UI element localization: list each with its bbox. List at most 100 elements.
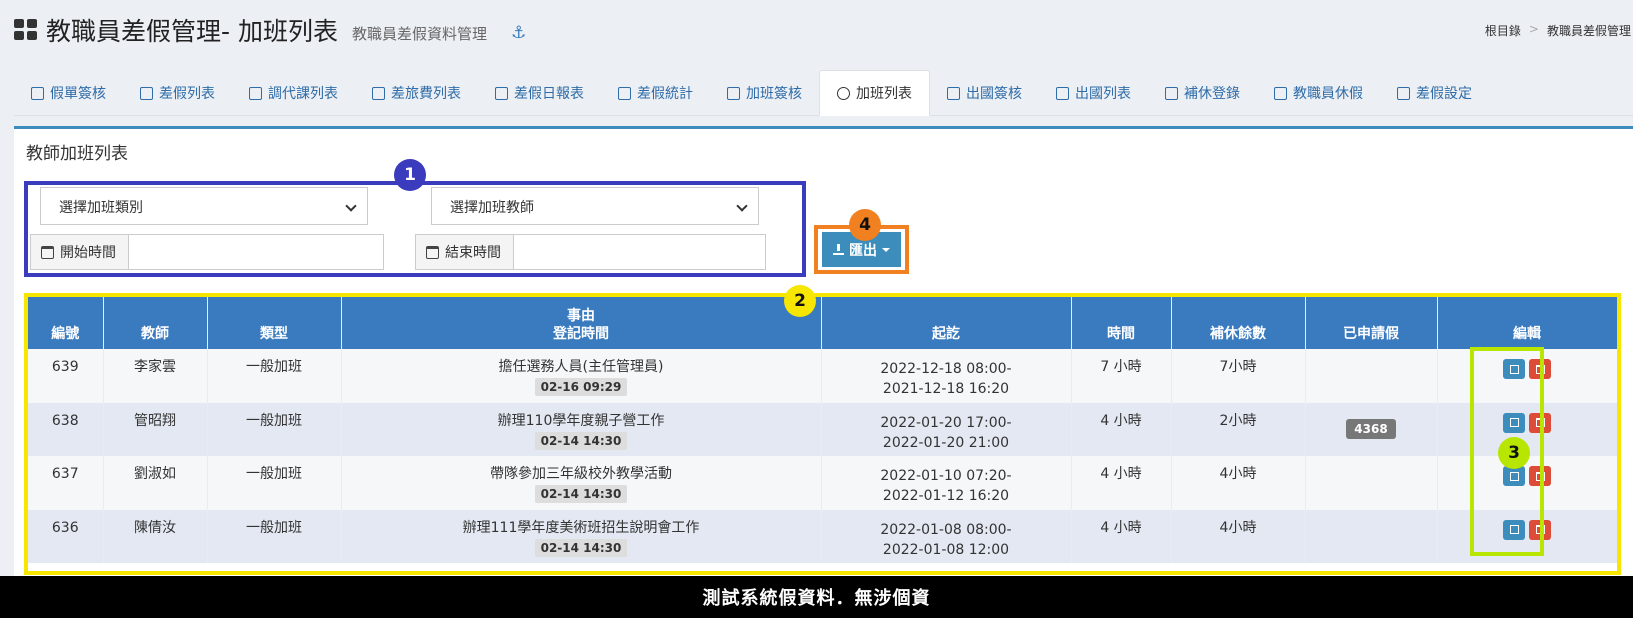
reg-time-chip: 02-14 14:30: [534, 538, 628, 557]
reg-time-chip: 02-16 09:29: [534, 378, 628, 396]
cell-remaining: 4小時: [1171, 509, 1306, 563]
col-hours[interactable]: 時間: [1071, 297, 1172, 349]
calendar-icon: [426, 245, 439, 259]
tab-comp-leave-register[interactable]: 補休登錄: [1148, 70, 1257, 116]
reg-time-chip: 02-14 14:30: [534, 485, 628, 503]
clock-icon: [837, 86, 850, 100]
end-time-group: 結束時間: [415, 234, 766, 270]
cell-reason: 擔任選務人員(主任管理員) 02-16 09:29: [341, 349, 822, 403]
panel-title: 教師加班列表: [26, 144, 128, 164]
overtime-type-select[interactable]: 選擇加班類別: [40, 187, 368, 225]
tab-leave-statistics[interactable]: 差假統計: [601, 70, 710, 116]
cell-reason: 帶隊參加三年級校外教學活動 02-14 14:30: [341, 456, 822, 510]
breadcrumb-separator: >: [1528, 22, 1539, 36]
breadcrumb: 根目錄 > 教職員差假管理: [1485, 22, 1631, 39]
page-header: 教職員差假管理- 加班列表 教職員差假資料管理 ⚓: [14, 12, 526, 48]
cell-type: 一般加班: [207, 349, 342, 403]
tab-leave-daily-report[interactable]: 差假日報表: [478, 70, 601, 116]
col-remaining[interactable]: 補休餘數: [1171, 297, 1306, 349]
cell-period: 2022-12-18 08:00- 2021-12-18 16:20: [821, 349, 1072, 403]
tab-bar: 假單簽核 差假列表 調代課列表 差旅費列表 差假日報表 差假統計 加班簽核 加班…: [14, 70, 1633, 116]
tab-leave-settings[interactable]: 差假設定: [1380, 70, 1489, 116]
tab-overtime-list[interactable]: 加班列表: [819, 70, 930, 116]
cell-applied: 4368: [1305, 402, 1438, 456]
list-icon: [140, 86, 153, 100]
cell-applied: [1305, 349, 1438, 403]
cell-teacher: 劉淑如: [103, 456, 208, 510]
breadcrumb-root[interactable]: 根目錄: [1485, 22, 1521, 39]
tab-substitute-list[interactable]: 調代課列表: [232, 70, 355, 116]
cell-type: 一般加班: [207, 456, 342, 510]
cell-reason: 辦理111學年度美術班招生說明會工作 02-14 14:30: [341, 509, 822, 563]
tab-abroad-list[interactable]: 出國列表: [1039, 70, 1148, 116]
tab-overtime-approval[interactable]: 加班簽核: [710, 70, 819, 116]
breadcrumb-current: 教職員差假管理: [1546, 24, 1631, 38]
cell-teacher: 李家雲: [103, 349, 208, 403]
calendar-icon: [41, 245, 54, 259]
cell-remaining: 7小時: [1171, 349, 1306, 403]
tab-staff-vacation[interactable]: 教職員休假: [1257, 70, 1380, 116]
page-title: 教職員差假管理- 加班列表: [46, 17, 338, 46]
cell-applied: [1305, 456, 1438, 510]
col-applied[interactable]: 已申請假: [1305, 297, 1438, 349]
tab-leave-list[interactable]: 差假列表: [123, 70, 232, 116]
col-teacher[interactable]: 教師: [103, 297, 208, 349]
table-row: 639 李家雲 一般加班 擔任選務人員(主任管理員) 02-16 09:29 20…: [28, 349, 1617, 403]
cell-no: 636: [28, 509, 104, 563]
cell-no: 639: [28, 349, 104, 403]
cell-hours: 7 小時: [1071, 349, 1172, 403]
table-row: 636 陳倩汝 一般加班 辦理111學年度美術班招生說明會工作 02-14 14:…: [28, 509, 1617, 563]
col-type[interactable]: 類型: [207, 297, 342, 349]
file-icon: [727, 86, 740, 100]
annotation-badge-1: 1: [394, 159, 426, 191]
col-no[interactable]: 編號: [28, 297, 104, 349]
cell-period: 2022-01-08 08:00- 2022-01-08 12:00: [821, 509, 1072, 563]
overtime-teacher-select[interactable]: 選擇加班教師: [431, 187, 759, 225]
tab-abroad-approval[interactable]: 出國簽核: [930, 70, 1039, 116]
cell-type: 一般加班: [207, 402, 342, 456]
table-row: 638 管昭翔 一般加班 辦理110學年度親子營工作 02-14 14:30 20…: [28, 402, 1617, 456]
reg-time-chip: 02-14 14:30: [534, 431, 628, 450]
grid-icon: [14, 19, 38, 41]
battery-icon: [1165, 86, 1178, 100]
cell-no: 638: [28, 402, 104, 456]
tab-leave-approval[interactable]: 假單簽核: [14, 70, 123, 116]
cell-reason: 辦理110學年度親子營工作 02-14 14:30: [341, 402, 822, 456]
cell-remaining: 4小時: [1171, 456, 1306, 510]
annotation-badge-3: 3: [1498, 437, 1530, 469]
applied-leave-badge[interactable]: 4368: [1346, 418, 1396, 439]
page-subtitle: 教職員差假資料管理: [351, 24, 487, 43]
col-period[interactable]: 起訖: [821, 297, 1072, 349]
pie-chart-icon: [495, 86, 508, 100]
cell-no: 637: [28, 456, 104, 510]
cell-remaining: 2小時: [1171, 402, 1306, 456]
end-time-input[interactable]: [514, 234, 766, 270]
start-time-label: 開始時間: [30, 234, 129, 270]
cell-period: 2022-01-20 17:00- 2022-01-20 21:00: [821, 402, 1072, 456]
start-time-input[interactable]: [129, 234, 384, 270]
annotation-badge-4: 4: [849, 209, 881, 241]
calculator-icon: [618, 86, 631, 100]
col-edit: 編輯: [1437, 297, 1617, 349]
anchor-icon[interactable]: ⚓: [511, 23, 526, 43]
gears-icon: [1397, 86, 1410, 100]
cell-period: 2022-01-10 07:20- 2022-01-12 16:20: [821, 456, 1072, 510]
tab-travel-expense-list[interactable]: 差旅費列表: [355, 70, 478, 116]
overtime-panel: 教師加班列表 選擇加班類別 選擇加班教師 開始時間 結束時間 匯出 編號 教師 …: [14, 126, 1633, 576]
cell-applied: [1305, 509, 1438, 563]
filter-box: 選擇加班類別 選擇加班教師 開始時間 結束時間: [24, 181, 806, 277]
cell-hours: 4 小時: [1071, 402, 1172, 456]
cell-teacher: 陳倩汝: [103, 509, 208, 563]
end-time-label: 結束時間: [415, 234, 514, 270]
hourglass-icon: [31, 86, 44, 100]
cell-hours: 4 小時: [1071, 509, 1172, 563]
col-reason[interactable]: 事由 登記時間: [341, 297, 822, 349]
cell-type: 一般加班: [207, 509, 342, 563]
bar-chart-icon: [372, 86, 385, 100]
file-icon: [947, 86, 960, 100]
download-icon: [833, 244, 844, 255]
cell-teacher: 管昭翔: [103, 402, 208, 456]
annotation-badge-2: 2: [784, 285, 816, 317]
cell-hours: 4 小時: [1071, 456, 1172, 510]
file-icon: [1056, 86, 1069, 100]
